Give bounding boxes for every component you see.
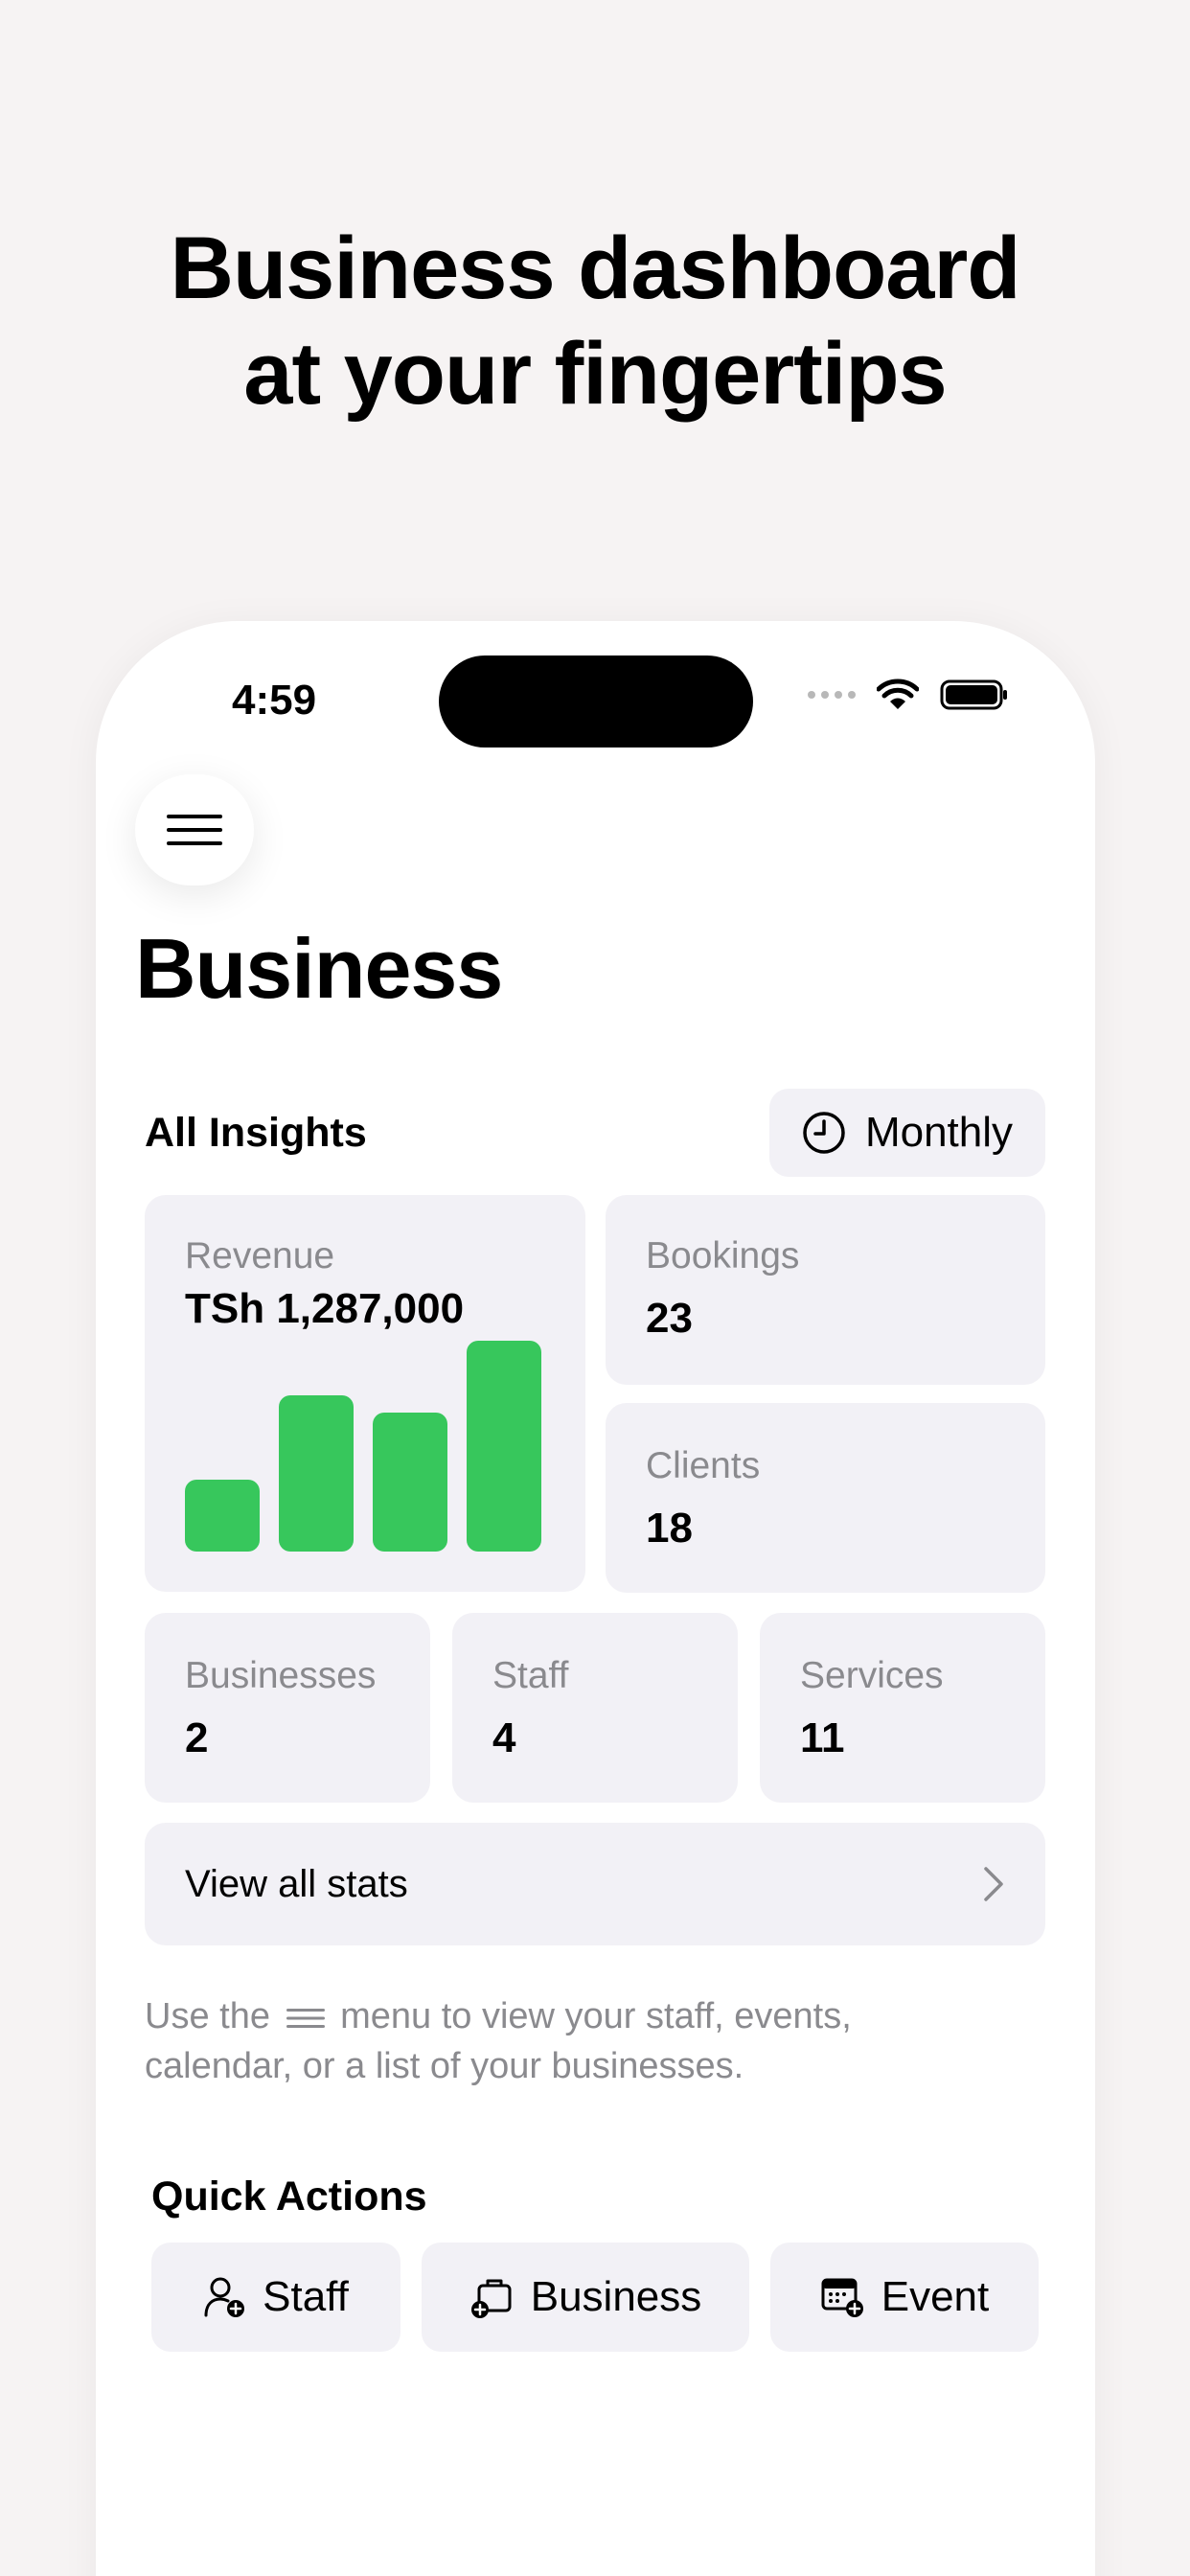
chevron-right-icon (984, 1867, 1003, 1901)
staff-value: 4 (492, 1714, 516, 1761)
bookings-value: 23 (646, 1295, 693, 1342)
clock-icon (803, 1112, 845, 1154)
add-briefcase-icon (470, 2279, 512, 2318)
quick-actions-label: Quick Actions (151, 2174, 427, 2220)
add-person-icon (204, 2277, 245, 2317)
add-event-label: Event (881, 2273, 990, 2320)
view-all-stats-button[interactable]: View all stats (145, 1823, 1045, 1945)
bookings-label: Bookings (646, 1235, 800, 1276)
headline: Business dashboard at your fingertips (0, 216, 1190, 426)
revenue-label: Revenue (185, 1235, 335, 1276)
businesses-card[interactable]: Businesses 2 (145, 1613, 430, 1803)
services-value: 11 (800, 1714, 845, 1761)
services-label: Services (800, 1655, 944, 1696)
view-all-stats-label: View all stats (185, 1862, 408, 1905)
revenue-bar (467, 1341, 541, 1552)
add-calendar-icon (821, 2278, 863, 2317)
menu-button[interactable] (135, 774, 254, 886)
revenue-bar (279, 1395, 354, 1552)
battery-icon (940, 679, 1007, 710)
insights-label: All Insights (145, 1110, 367, 1156)
add-business-label: Business (530, 2273, 702, 2320)
add-staff-label: Staff (263, 2273, 349, 2320)
staff-card[interactable]: Staff 4 (452, 1613, 738, 1803)
add-staff-button[interactable]: Staff (151, 2242, 400, 2352)
inline-menu-icon (286, 2008, 325, 2028)
phone-screen: 4:59 Business All Insights Monthly Reven… (96, 621, 1095, 2576)
period-selector-button[interactable]: Monthly (769, 1089, 1045, 1177)
hamburger-icon (167, 815, 222, 845)
status-icons (808, 678, 1009, 711)
wifi-icon (877, 678, 919, 709)
headline-line-2: at your fingertips (243, 325, 947, 423)
bookings-card[interactable]: Bookings 23 (606, 1195, 1045, 1385)
page-title: Business (135, 921, 503, 1016)
signal-dots-icon (808, 691, 856, 699)
revenue-bar (373, 1413, 447, 1552)
menu-hint-text: Use the menu to view your staff, events,… (145, 1991, 1007, 2091)
clients-label: Clients (646, 1445, 761, 1486)
hint-text-before: Use the (145, 1996, 270, 2036)
revenue-bar (185, 1480, 260, 1552)
businesses-value: 2 (185, 1714, 209, 1761)
services-card[interactable]: Services 11 (760, 1613, 1045, 1803)
staff-label: Staff (492, 1655, 569, 1696)
add-business-button[interactable]: Business (422, 2242, 749, 2352)
revenue-card[interactable]: Revenue TSh 1,287,000 (145, 1195, 585, 1592)
clients-value: 18 (646, 1505, 693, 1552)
clients-card[interactable]: Clients 18 (606, 1403, 1045, 1593)
businesses-label: Businesses (185, 1655, 377, 1696)
period-label: Monthly (864, 1109, 1014, 1156)
revenue-value: TSh 1,287,000 (185, 1285, 465, 1332)
dynamic-island (439, 656, 753, 748)
headline-line-1: Business dashboard (170, 219, 1021, 317)
status-time: 4:59 (232, 677, 317, 724)
add-event-button[interactable]: Event (770, 2242, 1039, 2352)
